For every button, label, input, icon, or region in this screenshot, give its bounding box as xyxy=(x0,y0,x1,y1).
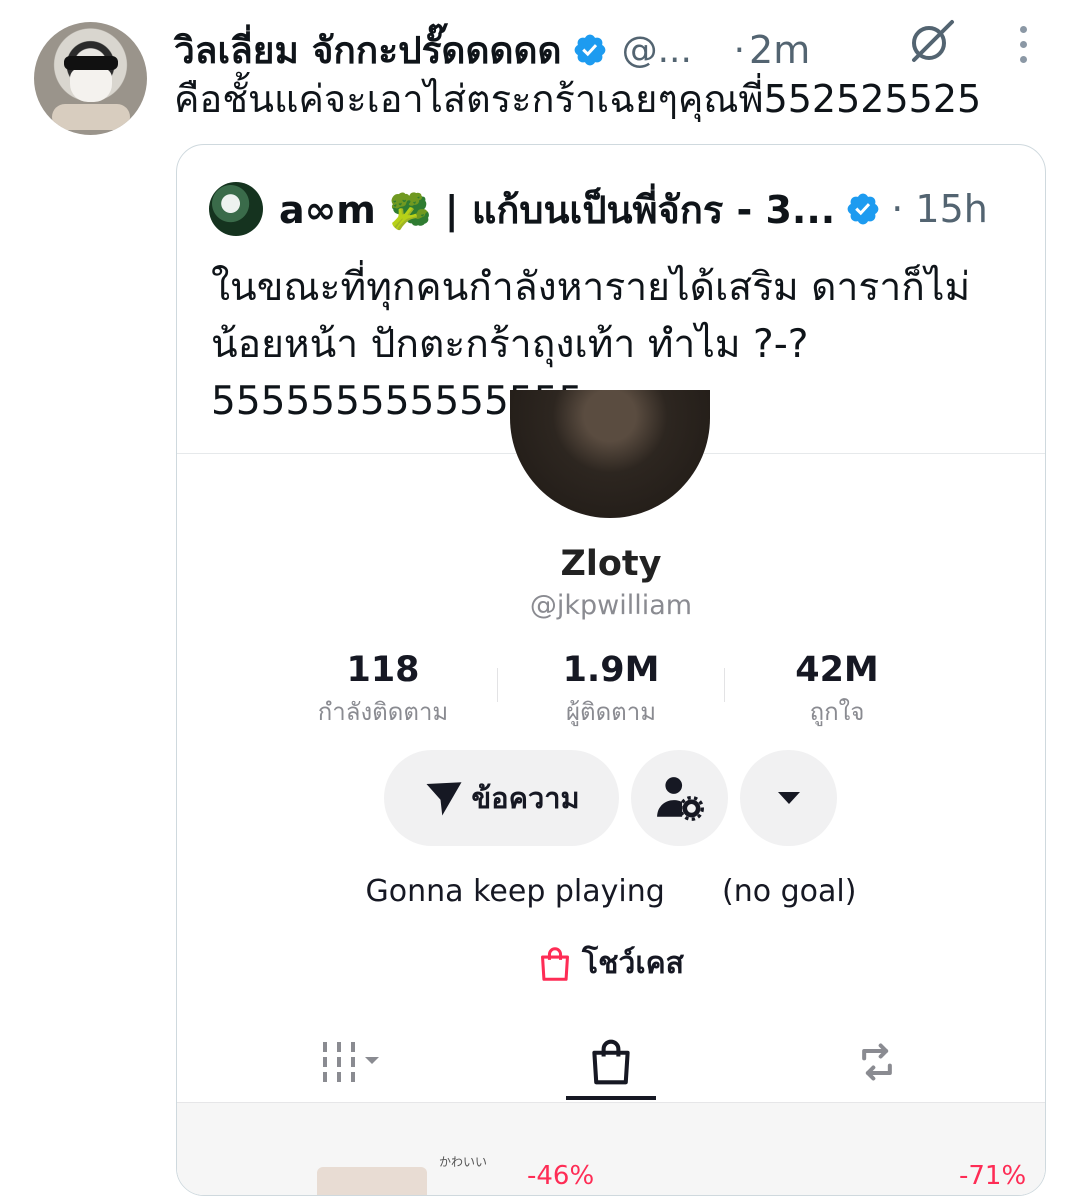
tweet-time[interactable]: 2m xyxy=(749,28,810,72)
grid-icon xyxy=(323,1042,379,1082)
send-icon xyxy=(426,782,462,816)
person-settings-icon xyxy=(656,777,704,821)
discount-badge: -71% xyxy=(959,1161,1027,1191)
tab-videos xyxy=(292,1026,412,1098)
discount-badge: -46% xyxy=(527,1161,595,1191)
profile-handle: @jkpwilliam xyxy=(529,590,693,621)
separator-dot: · xyxy=(733,29,746,71)
stat-following: 118 กำลังติดตาม xyxy=(317,650,449,726)
shopping-bag-icon xyxy=(541,946,570,981)
author-avatar[interactable] xyxy=(34,22,147,135)
showcase-link: โชว์เคส xyxy=(177,940,1045,987)
grok-icon[interactable] xyxy=(906,16,956,66)
stat-followers: 1.9M ผู้ติดตาม xyxy=(562,650,660,726)
product-thumbnail xyxy=(317,1167,427,1195)
author-name[interactable]: วิลเลี่ยม จักกะปรั๊ดดดดด xyxy=(174,21,562,80)
verified-badge-icon xyxy=(574,34,605,66)
message-button: ข้อความ xyxy=(384,750,619,846)
tiktok-profile-screenshot[interactable]: Zloty @jkpwilliam 118 กำลังติดตาม 1.9M ผ… xyxy=(177,390,1045,1195)
broccoli-emoji: 🥦 xyxy=(389,191,432,232)
shopping-bag-icon xyxy=(592,1039,630,1085)
more-vertical-icon[interactable] xyxy=(1012,26,1034,66)
profile-name: Zloty xyxy=(560,544,662,584)
quoted-tweet[interactable]: a∞m 🥦 | แก้บนเป็นพี่จักร - 3... · 15h ใน… xyxy=(176,144,1046,1196)
profile-bio: Gonna keep playing (no goal) xyxy=(365,874,857,909)
author-handle[interactable]: @... xyxy=(622,30,704,71)
repost-icon xyxy=(862,1043,892,1081)
tweet-header: วิลเลี่ยม จักกะปรั๊ดดดดด @... · 2m xyxy=(174,24,810,76)
stat-likes: 42M ถูกใจ xyxy=(795,650,879,726)
tab-showcase xyxy=(551,1026,671,1098)
dropdown-button xyxy=(740,750,837,846)
profile-picture xyxy=(510,390,710,518)
quoted-tweet-header: a∞m 🥦 | แก้บนเป็นพี่จักร - 3... · 15h xyxy=(209,181,988,237)
dropdown-icon xyxy=(777,792,800,804)
quoted-author-avatar xyxy=(209,182,263,236)
active-tab-indicator xyxy=(566,1096,656,1100)
verified-badge-icon xyxy=(847,193,879,225)
kawaii-label: かわいい xyxy=(439,1155,488,1169)
quoted-tweet-time: · 15h xyxy=(891,187,988,231)
tab-reposts xyxy=(817,1026,937,1098)
quoted-author-name: a∞m 🥦 | แก้บนเป็นพี่จักร - 3... xyxy=(279,187,836,232)
tweet-text: คือชั้นแค่จะเอาไส่ตระกร้าเฉยๆคุณพี่55252… xyxy=(174,77,982,121)
person-settings-button xyxy=(631,750,728,846)
product-strip: かわいい -46% -71% xyxy=(177,1103,1045,1195)
